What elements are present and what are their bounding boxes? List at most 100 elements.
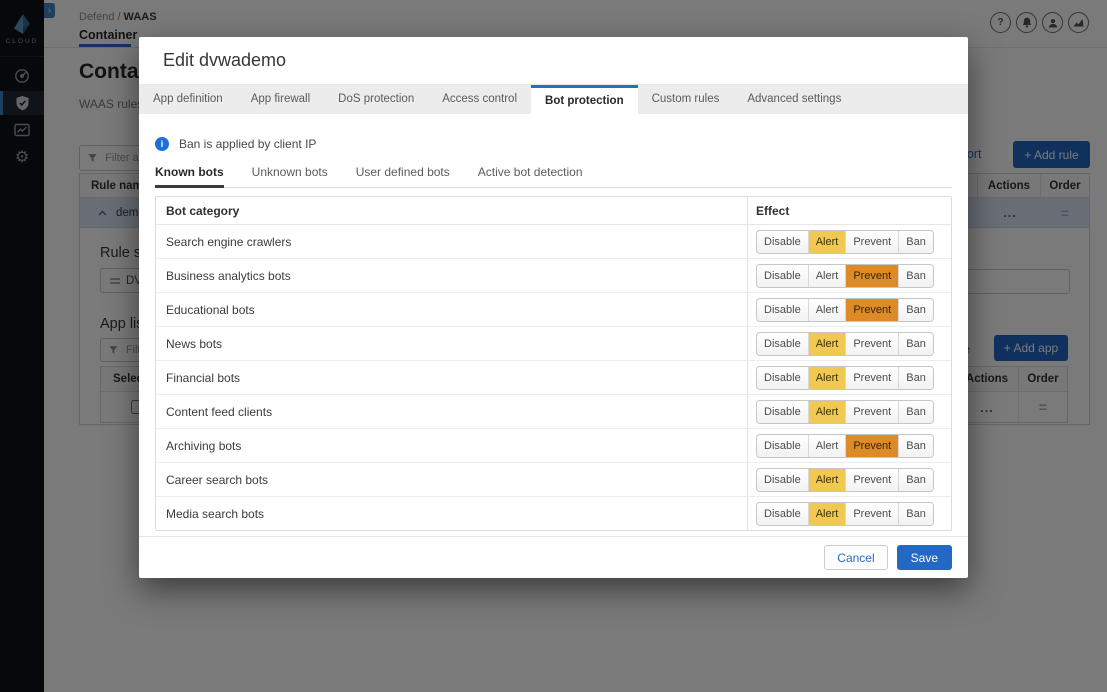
save-button[interactable]: Save [897, 545, 952, 570]
effect-option-disable[interactable]: Disable [757, 231, 808, 253]
bot-row: Educational bots DisableAlertPreventBan [156, 293, 951, 327]
modal-body: i Ban is applied by client IP Known bots… [139, 137, 968, 531]
effect-option-disable[interactable]: Disable [757, 401, 808, 423]
effect-toggle-group: DisableAlertPreventBan [756, 230, 934, 254]
effect-option-alert[interactable]: Alert [808, 401, 846, 423]
bot-subtab-bar: Known bots Unknown bots User defined bots A… [155, 165, 952, 188]
subtab-active-bot-detection[interactable]: Active bot detection [478, 165, 583, 188]
effect-toggle-group: DisableAlertPreventBan [756, 502, 934, 526]
cancel-button[interactable]: Cancel [824, 545, 887, 570]
effect-option-disable[interactable]: Disable [757, 333, 808, 355]
bot-category-label: Search engine crawlers [156, 235, 747, 249]
effect-option-prevent[interactable]: Prevent [845, 231, 898, 253]
effect-option-ban[interactable]: Ban [898, 503, 933, 525]
modal-tab-app-firewall[interactable]: App firewall [237, 85, 324, 114]
effect-option-prevent[interactable]: Prevent [845, 469, 898, 491]
bot-table: Bot category Effect Search engine crawle… [155, 196, 952, 531]
effect-option-prevent[interactable]: Prevent [845, 435, 898, 457]
edit-rule-modal: Edit dvwademo App definitionApp firewall… [139, 37, 968, 578]
effect-option-prevent[interactable]: Prevent [845, 299, 898, 321]
effect-option-alert[interactable]: Alert [808, 435, 846, 457]
bot-category-label: Educational bots [156, 303, 747, 317]
effect-toggle-group: DisableAlertPreventBan [756, 400, 934, 424]
effect-option-ban[interactable]: Ban [898, 333, 933, 355]
modal-title: Edit dvwademo [139, 37, 968, 85]
effect-cell: DisableAlertPreventBan [747, 293, 951, 326]
effect-toggle-group: DisableAlertPreventBan [756, 434, 934, 458]
effect-option-disable[interactable]: Disable [757, 265, 808, 287]
effect-cell: DisableAlertPreventBan [747, 429, 951, 462]
effect-cell: DisableAlertPreventBan [747, 225, 951, 258]
effect-toggle-group: DisableAlertPreventBan [756, 264, 934, 288]
effect-cell: DisableAlertPreventBan [747, 497, 951, 530]
effect-option-ban[interactable]: Ban [898, 231, 933, 253]
effect-option-prevent[interactable]: Prevent [845, 367, 898, 389]
bot-row: Archiving bots DisableAlertPreventBan [156, 429, 951, 463]
effect-option-ban[interactable]: Ban [898, 469, 933, 491]
effect-option-ban[interactable]: Ban [898, 367, 933, 389]
effect-option-alert[interactable]: Alert [808, 469, 846, 491]
bot-row: Search engine crawlers DisableAlertPreven… [156, 225, 951, 259]
effect-option-alert[interactable]: Alert [808, 231, 846, 253]
bot-row: Content feed clients DisableAlertPreventB… [156, 395, 951, 429]
effect-option-prevent[interactable]: Prevent [845, 401, 898, 423]
bot-category-label: Career search bots [156, 473, 747, 487]
effect-cell: DisableAlertPreventBan [747, 327, 951, 360]
modal-footer: Cancel Save [139, 536, 968, 578]
subtab-unknown-bots[interactable]: Unknown bots [252, 165, 328, 188]
bot-table-rows: Search engine crawlersDisableAlertPreven… [156, 225, 951, 530]
effect-option-disable[interactable]: Disable [757, 435, 808, 457]
modal-tab-custom-rules[interactable]: Custom rules [638, 85, 734, 114]
effect-option-disable[interactable]: Disable [757, 367, 808, 389]
effect-toggle-group: DisableAlertPreventBan [756, 298, 934, 322]
info-icon: i [155, 137, 169, 151]
effect-toggle-group: DisableAlertPreventBan [756, 366, 934, 390]
effect-option-alert[interactable]: Alert [808, 367, 846, 389]
modal-tab-bot-protection[interactable]: Bot protection [531, 85, 638, 114]
effect-toggle-group: DisableAlertPreventBan [756, 468, 934, 492]
column-bot-category: Bot category [156, 204, 747, 218]
effect-option-ban[interactable]: Ban [898, 265, 933, 287]
bot-category-label: Media search bots [156, 507, 747, 521]
column-effect: Effect [747, 197, 951, 224]
bot-row: News bots DisableAlertPreventBan [156, 327, 951, 361]
info-banner-text: Ban is applied by client IP [179, 137, 316, 151]
bot-category-label: Business analytics bots [156, 269, 747, 283]
effect-option-prevent[interactable]: Prevent [845, 333, 898, 355]
modal-tab-access-control[interactable]: Access control [428, 85, 531, 114]
bot-category-label: News bots [156, 337, 747, 351]
app-root: CLOUD [0, 0, 1107, 692]
effect-option-alert[interactable]: Alert [808, 299, 846, 321]
effect-option-alert[interactable]: Alert [808, 333, 846, 355]
effect-cell: DisableAlertPreventBan [747, 361, 951, 394]
effect-cell: DisableAlertPreventBan [747, 395, 951, 428]
bot-category-label: Financial bots [156, 371, 747, 385]
subtab-user-defined-bots[interactable]: User defined bots [356, 165, 450, 188]
bot-table-header: Bot category Effect [156, 197, 951, 225]
effect-option-disable[interactable]: Disable [757, 503, 808, 525]
bot-row: Career search bots DisableAlertPreventBan [156, 463, 951, 497]
effect-option-alert[interactable]: Alert [808, 503, 846, 525]
effect-cell: DisableAlertPreventBan [747, 463, 951, 496]
effect-option-prevent[interactable]: Prevent [845, 265, 898, 287]
bot-category-label: Archiving bots [156, 439, 747, 453]
effect-toggle-group: DisableAlertPreventBan [756, 332, 934, 356]
effect-option-ban[interactable]: Ban [898, 435, 933, 457]
effect-option-prevent[interactable]: Prevent [845, 503, 898, 525]
info-banner: i Ban is applied by client IP [155, 137, 952, 151]
subtab-known-bots[interactable]: Known bots [155, 165, 224, 188]
modal-tab-bar: App definitionApp firewallDoS protection… [139, 85, 968, 114]
modal-tab-dos-protection[interactable]: DoS protection [324, 85, 428, 114]
effect-option-disable[interactable]: Disable [757, 299, 808, 321]
bot-row: Business analytics bots DisableAlertPreve… [156, 259, 951, 293]
effect-option-disable[interactable]: Disable [757, 469, 808, 491]
bot-row: Media search bots DisableAlertPreventBan [156, 497, 951, 530]
modal-tab-app-definition[interactable]: App definition [139, 85, 237, 114]
bot-category-label: Content feed clients [156, 405, 747, 419]
effect-option-alert[interactable]: Alert [808, 265, 846, 287]
effect-cell: DisableAlertPreventBan [747, 259, 951, 292]
bot-row: Financial bots DisableAlertPreventBan [156, 361, 951, 395]
effect-option-ban[interactable]: Ban [898, 401, 933, 423]
effect-option-ban[interactable]: Ban [898, 299, 933, 321]
modal-tab-advanced-settings[interactable]: Advanced settings [733, 85, 855, 114]
